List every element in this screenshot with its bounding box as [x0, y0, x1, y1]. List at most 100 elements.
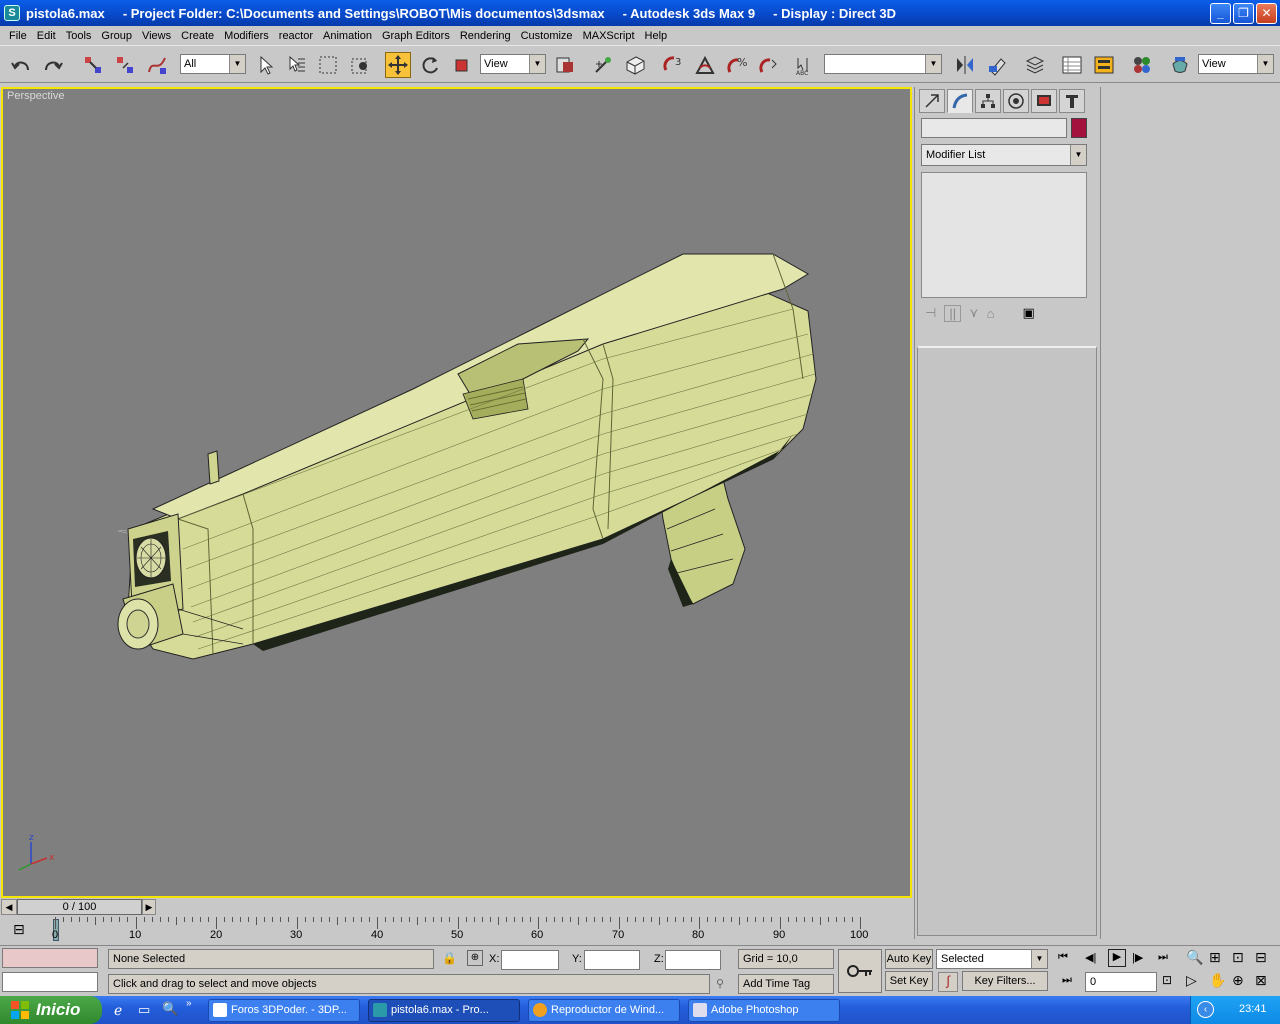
named-selection-sets-dropdown[interactable]: ▼	[824, 54, 942, 74]
taskbar-item-foros[interactable]: Foros 3DPoder. - 3DP...	[208, 999, 360, 1022]
time-slider-prev-icon[interactable]: ◀	[1, 899, 17, 915]
time-configuration-icon[interactable]: ⊡	[1162, 973, 1172, 987]
time-slider-thumb[interactable]: 0 / 100	[17, 899, 142, 915]
align-icon[interactable]	[984, 52, 1010, 78]
set-key-mode-key-icon[interactable]	[838, 949, 882, 993]
add-time-tag[interactable]: Add Time Tag	[738, 974, 834, 994]
maxscript-listener-pink[interactable]	[2, 948, 98, 968]
next-frame-icon[interactable]: |▶	[1132, 951, 1143, 964]
x-coordinate-field[interactable]	[501, 950, 559, 970]
menu-edit[interactable]: Edit	[32, 30, 61, 42]
time-tag-icon[interactable]: ⚲	[716, 977, 724, 990]
open-mini-curve-editor-icon[interactable]: ⊟	[13, 921, 33, 939]
quick-launch-expand-icon[interactable]: »	[186, 998, 192, 1009]
zoom-extents-all-icon[interactable]: ⊟	[1255, 949, 1267, 966]
3dsmax-app-icon[interactable]: S	[4, 5, 20, 21]
set-key-button[interactable]: Set Key	[885, 971, 933, 991]
mirror-icon[interactable]	[952, 52, 978, 78]
make-unique-icon[interactable]: ⋎	[969, 305, 979, 321]
select-and-rotate-icon[interactable]	[417, 52, 443, 78]
search-icon[interactable]: 🔍	[162, 1001, 178, 1017]
modify-tab-icon[interactable]	[947, 89, 973, 113]
time-slider[interactable]: ◀ 0 / 100 ▶	[1, 899, 912, 915]
window-crossing-icon[interactable]	[347, 52, 373, 78]
use-pivot-center-icon[interactable]	[552, 52, 578, 78]
motion-tab-icon[interactable]	[1003, 89, 1029, 113]
key-filters-button[interactable]: Key Filters...	[962, 971, 1048, 991]
render-scene-icon[interactable]	[1167, 52, 1193, 78]
angle-snap-toggle-icon[interactable]	[692, 52, 718, 78]
modifier-stack[interactable]	[921, 172, 1087, 298]
render-view-dropdown[interactable]: View ▼	[1198, 54, 1274, 74]
taskbar-item-photoshop[interactable]: Adobe Photoshop	[688, 999, 840, 1022]
redo-icon[interactable]	[40, 52, 66, 78]
play-animation-icon[interactable]: ▶	[1108, 949, 1126, 967]
y-coordinate-field[interactable]	[584, 950, 640, 970]
time-slider-next-icon[interactable]: ▶	[142, 899, 156, 915]
start-button[interactable]: Inicio	[0, 996, 102, 1024]
zoom-icon[interactable]: 🔍	[1186, 949, 1203, 966]
pistol-model[interactable]	[3, 89, 910, 896]
spinner-snap-toggle-icon[interactable]	[756, 52, 782, 78]
hierarchy-tab-icon[interactable]	[975, 89, 1001, 113]
percent-snap-toggle-icon[interactable]: %	[724, 52, 750, 78]
menu-create[interactable]: Create	[176, 30, 219, 42]
internet-explorer-icon[interactable]: ℯ	[114, 1002, 122, 1019]
previous-frame-icon[interactable]: ◀|	[1085, 951, 1096, 964]
curve-editor-icon[interactable]	[1059, 52, 1085, 78]
select-by-name-icon[interactable]	[283, 52, 309, 78]
arc-rotate-icon[interactable]: ⊕	[1232, 972, 1244, 989]
perspective-viewport[interactable]: Perspective z x	[1, 87, 912, 898]
menu-group[interactable]: Group	[96, 30, 137, 42]
snaps-toggle-icon[interactable]: 3	[660, 52, 686, 78]
keyboard-shortcut-override-icon[interactable]	[622, 52, 648, 78]
key-mode-selected-dropdown[interactable]: Selected ▼	[936, 949, 1048, 969]
menu-reactor[interactable]: reactor	[274, 30, 318, 42]
material-editor-icon[interactable]	[1129, 52, 1155, 78]
utilities-tab-icon[interactable]	[1059, 89, 1085, 113]
edit-named-selection-icon[interactable]: ABC	[792, 52, 818, 78]
taskbar-item-media-player[interactable]: Reproductor de Wind...	[528, 999, 680, 1022]
desktop-icon[interactable]: ▭	[138, 1002, 150, 1018]
menu-file[interactable]: File	[4, 30, 32, 42]
minimize-button[interactable]: _	[1210, 3, 1231, 24]
menu-graph-editors[interactable]: Graph Editors	[377, 30, 455, 42]
menu-modifiers[interactable]: Modifiers	[219, 30, 274, 42]
unlink-selection-icon[interactable]	[112, 52, 138, 78]
menu-customize[interactable]: Customize	[516, 30, 578, 42]
zoom-extents-icon[interactable]: ⊡	[1232, 949, 1244, 966]
select-and-scale-icon[interactable]	[449, 52, 475, 78]
pin-stack-icon[interactable]: ⊣	[925, 305, 936, 321]
display-tab-icon[interactable]	[1031, 89, 1057, 113]
layer-manager-icon[interactable]	[1022, 52, 1048, 78]
maximize-viewport-icon[interactable]: ⊠	[1255, 972, 1267, 989]
taskbar-item-3dsmax[interactable]: pistola6.max - Pro...	[368, 999, 520, 1022]
select-and-link-icon[interactable]	[80, 52, 106, 78]
select-and-manipulate-icon[interactable]	[590, 52, 616, 78]
schematic-view-icon[interactable]	[1091, 52, 1117, 78]
pan-view-icon[interactable]: ✋	[1209, 972, 1226, 989]
rectangular-selection-icon[interactable]	[315, 52, 341, 78]
menu-rendering[interactable]: Rendering	[455, 30, 516, 42]
menu-help[interactable]: Help	[640, 30, 673, 42]
remove-modifier-icon[interactable]: ⌂	[987, 306, 995, 321]
menu-maxscript[interactable]: MAXScript	[578, 30, 640, 42]
auto-key-button[interactable]: Auto Key	[885, 949, 933, 969]
object-name-field[interactable]	[921, 118, 1067, 138]
bind-to-space-warp-icon[interactable]	[144, 52, 170, 78]
modifier-list-dropdown[interactable]: Modifier List ▼	[921, 144, 1087, 166]
z-coordinate-field[interactable]	[665, 950, 721, 970]
close-button[interactable]: ✕	[1256, 3, 1277, 24]
select-object-icon[interactable]	[252, 52, 278, 78]
zoom-all-icon[interactable]: ⊞	[1209, 949, 1221, 966]
default-tangent-icon[interactable]: ∫	[938, 972, 958, 992]
go-to-end-icon[interactable]: ⏭	[1158, 951, 1168, 964]
maxscript-listener-white[interactable]	[2, 972, 98, 992]
object-color-swatch[interactable]	[1071, 118, 1087, 138]
trackbar[interactable]: ⊟ 0 10 20 30 40 50 60 70 80 90 100	[1, 917, 912, 945]
absolute-mode-transform-icon[interactable]: ⊕	[467, 950, 483, 966]
menu-views[interactable]: Views	[137, 30, 176, 42]
tray-expand-icon[interactable]: ‹	[1197, 1001, 1214, 1018]
field-of-view-icon[interactable]: ▷	[1186, 972, 1197, 989]
menu-tools[interactable]: Tools	[61, 30, 97, 42]
